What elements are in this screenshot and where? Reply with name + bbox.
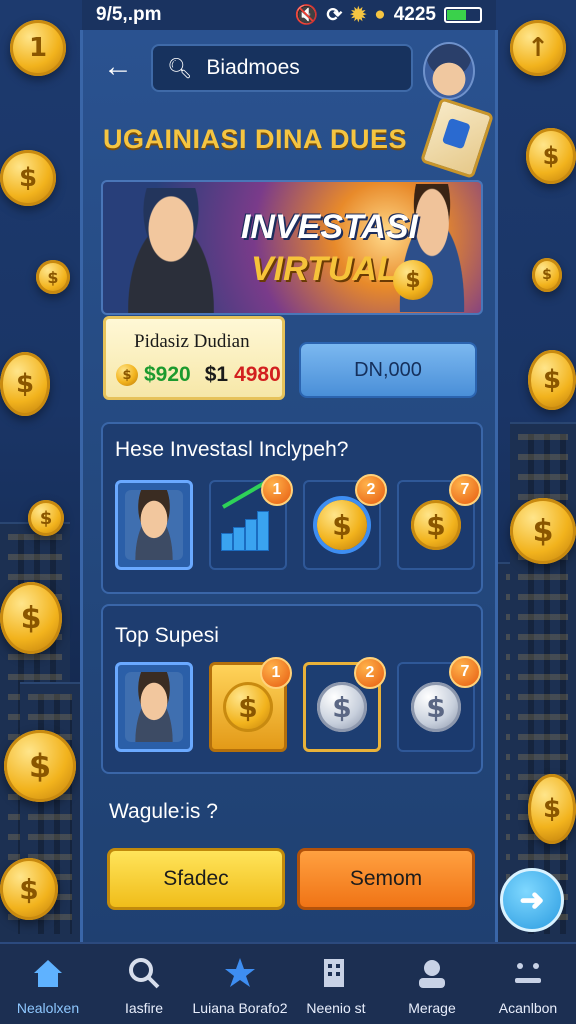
background-coin: $	[28, 500, 64, 536]
background-coin: $	[526, 128, 576, 184]
profile-icon	[419, 960, 445, 988]
background-coin: $	[532, 258, 562, 292]
background-coin: $	[528, 774, 576, 844]
home-icon	[34, 960, 62, 987]
background-coin: $	[0, 150, 56, 206]
star-icon	[225, 958, 255, 987]
balance-card: Pidasiz Dudian $ $920 $1 4980	[103, 316, 285, 400]
top-tiles: $ 1 $ 2 $ 7	[115, 656, 481, 752]
tile-silver-coins[interactable]: $ 2	[303, 657, 386, 752]
background-coin: $	[4, 730, 76, 802]
tile-gold-coin[interactable]: $ 1	[209, 657, 292, 752]
nav-item-profile[interactable]: Merage	[384, 944, 480, 1024]
user-avatar[interactable]	[423, 42, 475, 100]
back-arrow-icon[interactable]: ←	[103, 50, 133, 84]
share-arrow-button[interactable]: ➜	[500, 868, 564, 932]
banner-title-line1: INVESTASI	[241, 208, 418, 246]
orange-action-button[interactable]: Semom	[297, 848, 475, 910]
banner-title-line2: VIRTUAL	[251, 250, 398, 288]
balance-value-red: 4980	[234, 363, 281, 386]
coin-stack-icon: $	[411, 500, 461, 550]
question-label: Wagule:is ?	[109, 800, 218, 823]
status-time: 9/5,.pm	[96, 4, 162, 25]
battery-icon	[444, 7, 482, 23]
nav-label: Merage	[408, 1000, 456, 1016]
tile-coin[interactable]: $ 2	[303, 474, 387, 570]
battery-text: 4225	[393, 4, 436, 25]
tile-avatar[interactable]	[115, 480, 193, 570]
nav-label: Luiana Borafo2	[192, 1000, 288, 1016]
sync-icon: ⟳	[326, 4, 343, 26]
building-icon	[324, 959, 344, 987]
balance-value-prefix: $1	[204, 363, 229, 386]
nav-label: Iasfire	[124, 1000, 164, 1016]
background-coin: $	[0, 352, 50, 416]
silver-coin-stack-icon: $	[411, 682, 461, 732]
tile-badge: 2	[355, 474, 387, 506]
coin-icon: $	[317, 500, 367, 550]
page-title: UGAINIASI DINA DUES	[103, 124, 408, 154]
nav-label: Neenio st	[306, 1000, 366, 1016]
tile-silver-coins[interactable]: $ 7	[397, 656, 481, 752]
investment-section: Hese Investasl Inclypeh? 1 $ 2 $ 7	[101, 422, 483, 594]
avatar-icon	[125, 672, 183, 742]
tile-badge: 1	[260, 657, 292, 689]
cards-icon[interactable]	[419, 97, 495, 179]
balance-values: $ $920 $1 4980	[116, 363, 281, 387]
nav-label: Acanlbon	[498, 1000, 558, 1016]
coin-status-icon: ●	[374, 4, 386, 25]
banner-coin-icon: $	[393, 260, 433, 300]
silver-coin-stack-icon: $	[317, 682, 367, 732]
main-panel: ← 🔍︎ UGAINIASI DINA DUES INVESTASI VIRTU…	[80, 30, 498, 944]
balance-label: Pidasiz Dudian	[134, 331, 250, 352]
tile-badge: 1	[261, 474, 293, 506]
background-coin: 1	[10, 20, 66, 76]
nav-item-building[interactable]: Neenio st	[288, 944, 384, 1024]
tile-avatar[interactable]	[115, 662, 193, 752]
nav-item-search[interactable]: Iasfire	[96, 944, 192, 1024]
promo-banner[interactable]: INVESTASI VIRTUAL $	[101, 180, 483, 315]
search-icon	[129, 958, 160, 989]
tile-badge: 7	[449, 474, 481, 506]
top-section: Top Supesi $ 1 $ 2 $ 7	[101, 604, 483, 774]
background-coin: $	[528, 350, 576, 410]
amount-button[interactable]: DN,000	[299, 342, 477, 398]
background-coin: $	[36, 260, 70, 294]
top-bar: ← 🔍︎	[83, 36, 495, 100]
section-title: Hese Investasl Inclypeh?	[115, 438, 349, 461]
nav-item-menu[interactable]: Acanlbon	[480, 944, 576, 1024]
yellow-action-button[interactable]: Sfadec	[107, 848, 285, 910]
coin-icon: $	[116, 364, 138, 386]
nav-item-home[interactable]: Nealolxen	[0, 944, 96, 1024]
tile-coin-stack[interactable]: $ 7	[397, 474, 481, 570]
section-title: Top Supesi	[115, 624, 219, 647]
menu-icon	[515, 963, 541, 983]
background-coin: $	[0, 858, 58, 920]
status-bar: 9/5,.pm 🔇 ⟳ ✹ ● 4225	[82, 0, 496, 30]
tile-badge: 2	[354, 657, 386, 689]
search-bar[interactable]: 🔍︎	[151, 44, 413, 92]
investment-tiles: 1 $ 2 $ 7	[115, 474, 481, 570]
background-coin: ↑	[510, 20, 566, 76]
tile-badge: 7	[449, 656, 481, 688]
avatar-icon	[125, 490, 183, 560]
settings-icon: ✹	[350, 4, 367, 26]
nav-item-favorites[interactable]: Luiana Borafo2	[192, 944, 288, 1024]
mute-icon: 🔇	[294, 5, 319, 26]
search-icon: 🔍︎	[167, 57, 193, 80]
search-input[interactable]	[204, 55, 399, 81]
background-coin: $	[0, 582, 62, 654]
bottom-nav: Nealolxen Iasfire Luiana Borafo2 Neenio …	[0, 942, 576, 1024]
background-coin: $	[510, 498, 576, 564]
balance-value-green: $920	[144, 363, 191, 386]
status-icons: 🔇 ⟳ ✹ ● 4225	[295, 3, 482, 27]
growth-chart-icon	[219, 481, 277, 551]
nav-label: Nealolxen	[16, 1000, 80, 1016]
banner-character-left	[111, 188, 231, 313]
tile-growth-chart[interactable]: 1	[209, 474, 293, 570]
gold-coin-icon: $	[223, 682, 273, 732]
